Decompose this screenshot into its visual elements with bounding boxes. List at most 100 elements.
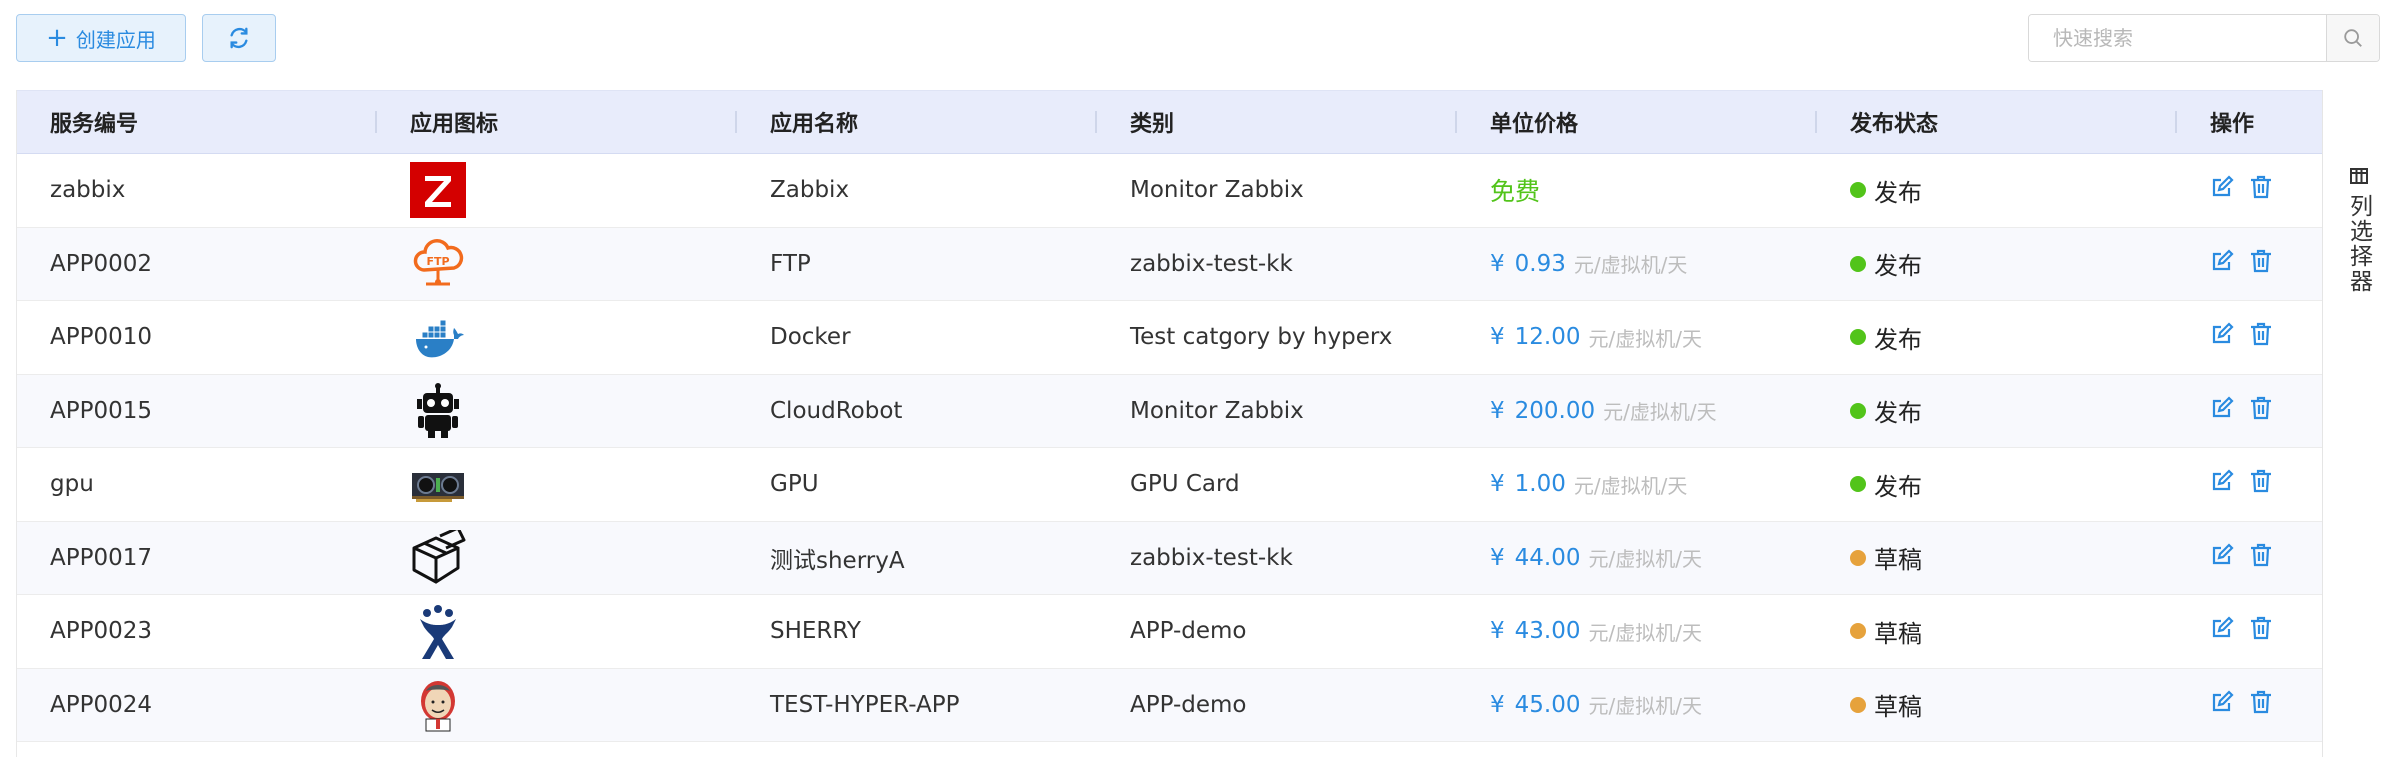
edit-button[interactable] — [2210, 469, 2234, 499]
delete-button[interactable] — [2250, 175, 2272, 205]
app-category: Test catgory by hyperx — [1130, 324, 1393, 351]
edit-button[interactable] — [2210, 249, 2234, 279]
edit-icon — [2212, 616, 2234, 638]
column-header[interactable]: 操作 — [2177, 91, 2322, 153]
currency-symbol: ¥ — [1490, 397, 1505, 424]
app-category: APP-demo — [1130, 618, 1247, 645]
delete-button[interactable] — [2250, 249, 2272, 279]
edit-icon — [2212, 690, 2234, 711]
column-header[interactable]: 单位价格 — [1457, 91, 1817, 153]
table-header: 服务编号 应用图标 应用名称 类别 单位价格 发布状态 操作 — [17, 90, 2322, 154]
delete-button[interactable] — [2250, 690, 2272, 720]
status-text: 发布 — [1874, 325, 1922, 354]
column-header-label: 单位价格 — [1490, 112, 1579, 137]
search-icon — [2344, 29, 2362, 47]
table-row: APP0023 SHERRY APP-demo ¥43.00 元/虚拟机/天 草稿 — [17, 595, 2322, 669]
column-header[interactable]: 应用名称 — [737, 91, 1097, 153]
currency-symbol: ¥ — [1490, 324, 1505, 351]
edit-button[interactable] — [2210, 322, 2234, 352]
service-id: zabbix — [50, 177, 126, 204]
price-value: ¥1.00 — [1490, 471, 1566, 497]
service-id: APP0015 — [50, 397, 153, 424]
price-unit: 元/虚拟机/天 — [1603, 400, 1717, 425]
currency-symbol: ¥ — [1490, 250, 1505, 277]
column-header[interactable]: 应用图标 — [377, 91, 737, 153]
search-box — [2028, 14, 2380, 62]
price-amount: 44.00 — [1514, 544, 1581, 571]
price-value: ¥43.00 — [1490, 618, 1581, 644]
status-text: 草稿 — [1874, 693, 1922, 722]
robot-icon — [410, 382, 466, 439]
edit-button[interactable] — [2210, 690, 2234, 720]
app-name: Docker — [770, 324, 851, 351]
edit-icon — [2212, 469, 2234, 491]
search-input[interactable] — [2029, 15, 2326, 61]
edit-icon — [2212, 543, 2234, 564]
price-value: ¥0.93 — [1490, 251, 1566, 277]
service-id: APP0017 — [50, 544, 153, 571]
price-value: ¥12.00 — [1490, 324, 1581, 350]
jira-icon — [410, 603, 466, 660]
search-button[interactable] — [2326, 15, 2379, 61]
service-id: APP0010 — [50, 324, 153, 351]
status-dot — [1850, 329, 1866, 346]
price-unit: 元/虚拟机/天 — [1588, 547, 1702, 572]
edit-button[interactable] — [2210, 175, 2234, 205]
column-header-label: 应用图标 — [410, 112, 499, 137]
currency-symbol: ¥ — [1490, 618, 1505, 645]
column-header[interactable]: 发布状态 — [1817, 91, 2177, 153]
column-header-label: 操作 — [2210, 112, 2255, 137]
delete-button[interactable] — [2250, 396, 2272, 426]
app-category: zabbix-test-kk — [1130, 544, 1293, 571]
delete-button[interactable] — [2250, 469, 2272, 499]
docker-icon — [410, 309, 466, 365]
table-row: APP0024 TEST-HYPER-APP APP-demo ¥45.00 元/虚拟机… — [17, 668, 2322, 742]
column-header-label: 应用名称 — [770, 112, 859, 137]
jenkins-icon — [410, 677, 466, 733]
table-body: zabbix Zabbix Monitor Zabbix 免费 发布 APP0002 FTP… — [17, 154, 2322, 742]
price-unit: 元/虚拟机/天 — [1588, 620, 1702, 645]
edit-button[interactable] — [2210, 396, 2234, 426]
create-app-label: 创建应用 — [75, 27, 156, 52]
status-text: 发布 — [1874, 178, 1922, 207]
app-name: FTP — [770, 250, 811, 277]
status-dot — [1850, 255, 1866, 272]
trash-icon — [2251, 176, 2271, 199]
delete-button[interactable] — [2250, 322, 2272, 352]
status-dot — [1850, 402, 1866, 419]
delete-button[interactable] — [2250, 616, 2272, 646]
column-header[interactable]: 类别 — [1097, 91, 1457, 153]
create-app-button[interactable]: + 创建应用 — [16, 14, 186, 62]
currency-symbol: ¥ — [1490, 691, 1505, 718]
svg-text:FTP: FTP — [426, 255, 449, 268]
price-amount: 1.00 — [1514, 471, 1566, 498]
delete-button[interactable] — [2250, 543, 2272, 573]
service-id: APP0023 — [50, 618, 153, 645]
currency-symbol: ¥ — [1490, 544, 1505, 571]
refresh-button[interactable] — [202, 14, 276, 62]
edit-button[interactable] — [2210, 616, 2234, 646]
app-name: SHERRY — [770, 618, 861, 645]
edit-icon — [2212, 175, 2234, 197]
package-icon — [410, 529, 466, 586]
refresh-icon — [230, 27, 248, 49]
zabbix-icon — [410, 162, 466, 219]
edit-button[interactable] — [2210, 543, 2234, 573]
status-dot — [1850, 696, 1866, 713]
column-header-label: 发布状态 — [1850, 112, 1939, 137]
price-unit: 元/虚拟机/天 — [1588, 694, 1702, 719]
app-name: CloudRobot — [770, 397, 903, 424]
price-amount: 12.00 — [1514, 324, 1581, 351]
table-row: APP0010 Docker Test catgory by hyperx ¥12.0… — [17, 301, 2322, 375]
column-picker[interactable]: 列选择器 — [2322, 90, 2394, 757]
price-amount: 45.00 — [1514, 691, 1581, 718]
service-id: APP0024 — [50, 691, 153, 718]
status-text: 草稿 — [1874, 619, 1922, 648]
columns-icon — [2349, 168, 2368, 184]
apps-table: 服务编号 应用图标 应用名称 类别 单位价格 发布状态 操作 zabbix Zabbix Mon… — [16, 90, 2322, 757]
gpu-card-icon — [410, 456, 466, 512]
column-header[interactable]: 服务编号 — [17, 91, 377, 153]
price-unit: 元/虚拟机/天 — [1573, 253, 1688, 278]
table-row: APP0015 CloudRobot Monitor Zabbix ¥200.00 元/… — [17, 374, 2322, 448]
trash-icon — [2251, 617, 2271, 640]
